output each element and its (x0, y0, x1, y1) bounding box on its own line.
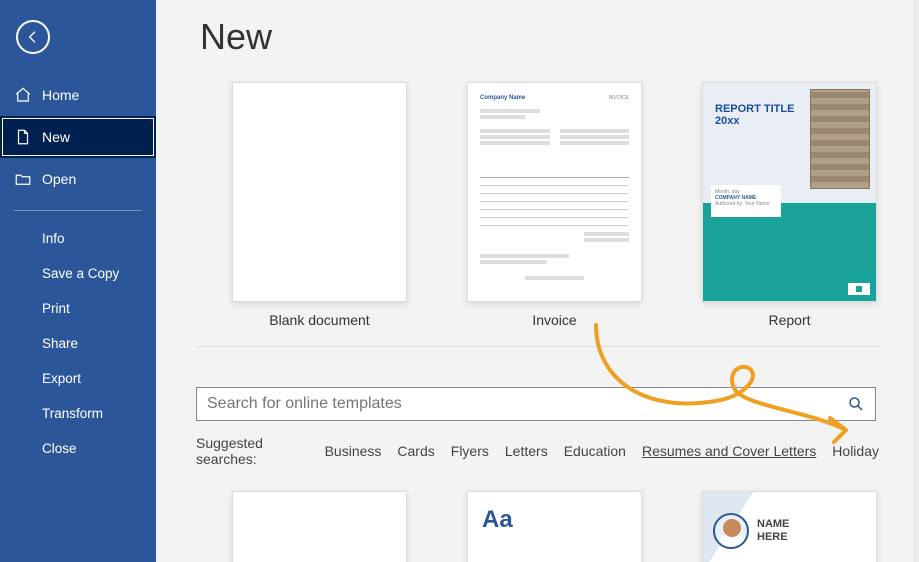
card-name-text: NAME HERE (757, 518, 789, 544)
sidebar-item-open[interactable]: Open (0, 158, 156, 200)
content-area: New Blank document Company Name INVOICE (156, 0, 919, 562)
sidebar-divider (14, 210, 142, 211)
suggested-link-business[interactable]: Business (325, 443, 382, 459)
template-thumbnail-invoice: Company Name INVOICE (467, 82, 642, 302)
suggested-link-letters[interactable]: Letters (505, 443, 548, 459)
sidebar-item-info[interactable]: Info (0, 221, 156, 256)
back-button[interactable] (16, 20, 50, 54)
sidebar-item-home[interactable]: Home (0, 74, 156, 116)
bottom-template-row: Aa NAME HERE (196, 491, 879, 562)
back-arrow-icon (25, 29, 41, 45)
sidebar: Home New Open Info Save a Copy Print Sha… (0, 0, 156, 562)
search-icon[interactable] (847, 395, 865, 413)
sidebar-item-label: New (42, 129, 70, 145)
logo-placeholder-icon (848, 283, 870, 295)
template-thumbnail-partial-2[interactable]: Aa (467, 491, 642, 562)
template-thumbnail-partial-1[interactable] (232, 491, 407, 562)
home-icon (14, 86, 32, 104)
suggested-link-resumes-and-cover-letters[interactable]: Resumes and Cover Letters (642, 443, 816, 459)
sidebar-item-close[interactable]: Close (0, 431, 156, 466)
sidebar-item-label: Open (42, 171, 76, 187)
template-row: Blank document Company Name INVOICE (196, 82, 879, 328)
new-document-icon (14, 128, 32, 146)
sidebar-item-share[interactable]: Share (0, 326, 156, 361)
invoice-preview-tag: INVOICE (608, 95, 629, 101)
page-title: New (200, 16, 879, 58)
sidebar-item-export[interactable]: Export (0, 361, 156, 396)
template-report[interactable]: REPORT TITLE 20xx Month, day COMPANY NAM… (702, 82, 877, 328)
sidebar-item-save-a-copy[interactable]: Save a Copy (0, 256, 156, 291)
report-preview-company: COMPANY NAME (715, 195, 756, 201)
search-input[interactable] (207, 395, 847, 413)
template-label: Report (768, 312, 810, 328)
separator (196, 346, 879, 347)
template-thumbnail-report: REPORT TITLE 20xx Month, day COMPANY NAM… (702, 82, 877, 302)
invoice-preview-company: Company Name (480, 95, 525, 101)
scrollbar[interactable] (913, 0, 919, 562)
template-invoice[interactable]: Company Name INVOICE Invoice (467, 82, 642, 328)
building-image-icon (810, 89, 870, 189)
template-thumbnail-blank (232, 82, 407, 302)
template-label: Blank document (269, 312, 369, 328)
template-label: Invoice (532, 312, 576, 328)
aa-glyph: Aa (482, 506, 513, 534)
sidebar-item-transform[interactable]: Transform (0, 396, 156, 431)
app-root: Home New Open Info Save a Copy Print Sha… (0, 0, 919, 562)
template-thumbnail-partial-3[interactable]: NAME HERE (702, 491, 877, 562)
report-preview-author: Authored by: Your Name (715, 201, 777, 207)
suggested-link-flyers[interactable]: Flyers (451, 443, 489, 459)
template-blank-document[interactable]: Blank document (232, 82, 407, 328)
avatar-icon (713, 513, 749, 549)
sidebar-item-new[interactable]: New (0, 116, 156, 158)
template-search[interactable] (196, 387, 876, 421)
suggested-link-holiday[interactable]: Holiday (832, 443, 879, 459)
sidebar-item-print[interactable]: Print (0, 291, 156, 326)
suggested-label: Suggested searches: (196, 435, 309, 467)
folder-open-icon (14, 170, 32, 188)
suggested-link-cards[interactable]: Cards (397, 443, 434, 459)
sidebar-item-label: Home (42, 87, 79, 103)
suggested-link-education[interactable]: Education (564, 443, 626, 459)
suggested-searches: Suggested searches: Business Cards Flyer… (196, 435, 879, 467)
